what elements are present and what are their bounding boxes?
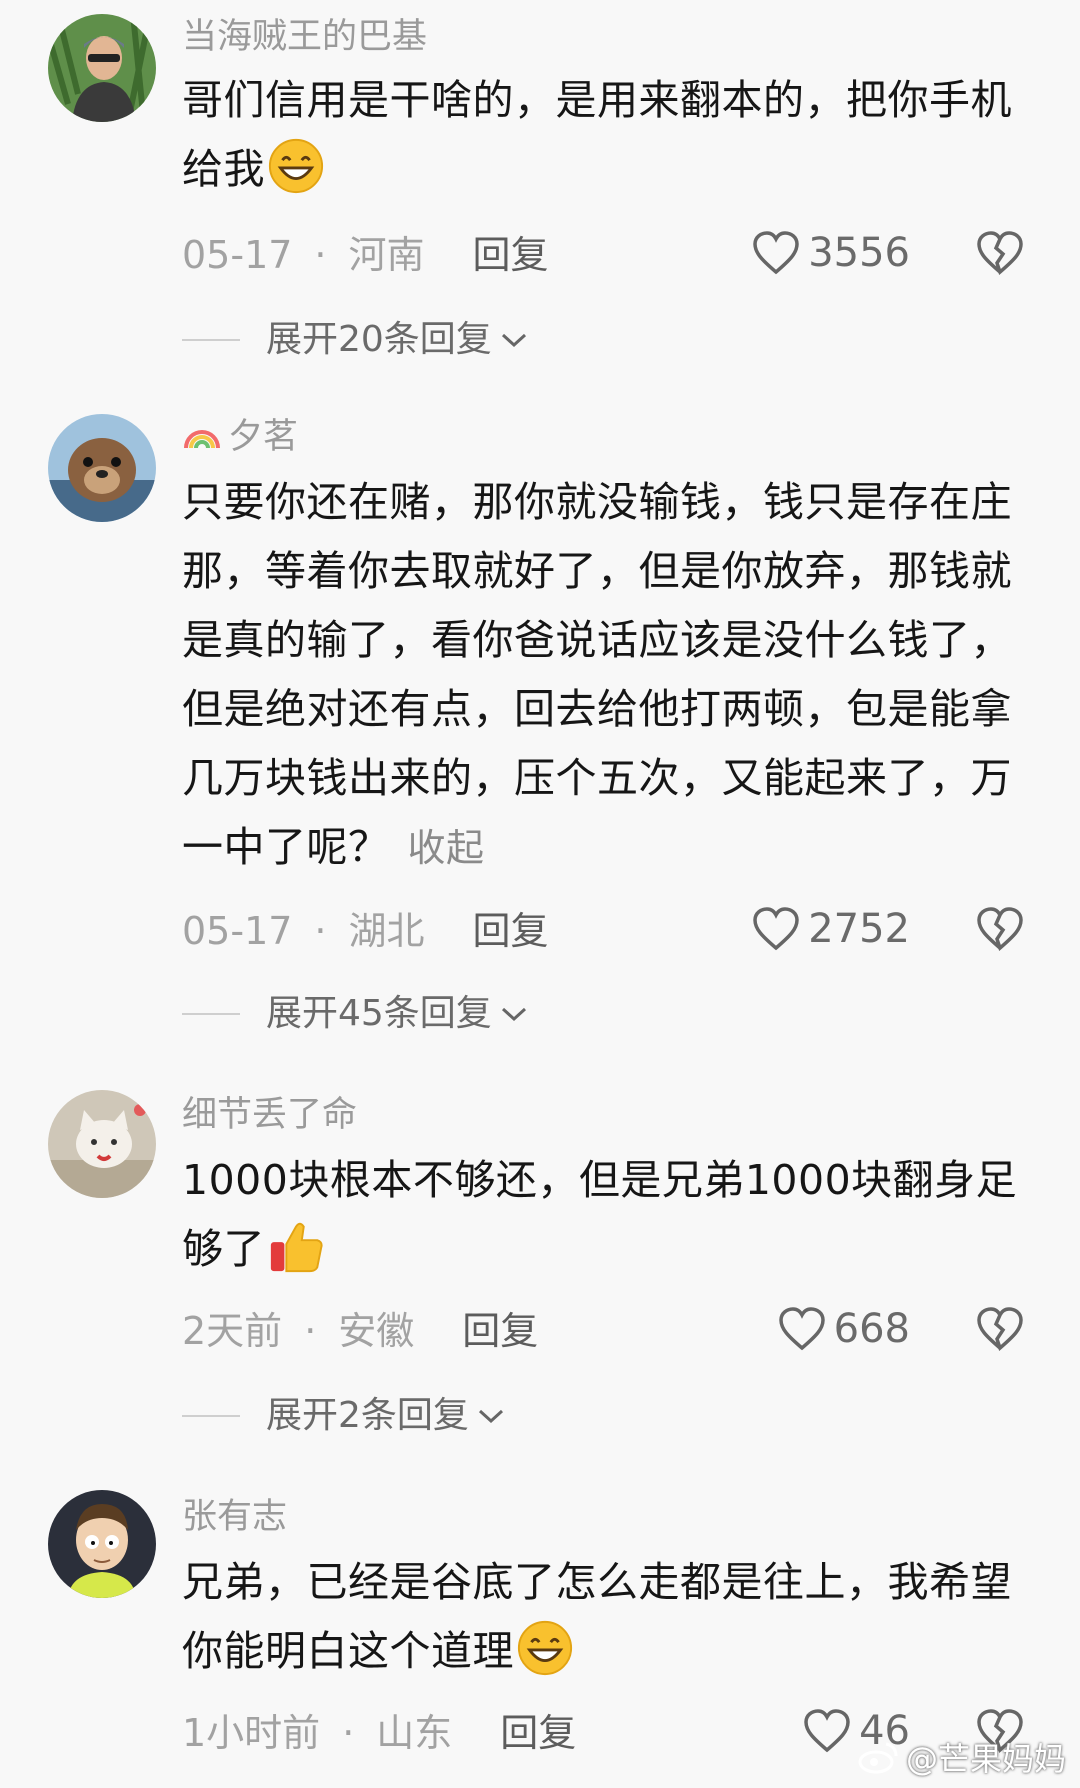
comment-date: 05-17 — [182, 233, 293, 277]
broken-heart-icon[interactable] — [976, 1306, 1024, 1352]
expand-replies-button[interactable]: 展开2条回复 — [182, 1392, 505, 1440]
username-text: 夕茗 — [228, 417, 299, 457]
like-count: 3556 — [808, 230, 910, 276]
like-button[interactable]: 668 — [778, 1304, 910, 1354]
reply-button[interactable]: 回复 — [473, 233, 549, 277]
like-count: 668 — [833, 1306, 910, 1352]
username[interactable]: 细节丢了命 — [182, 1092, 357, 1138]
comment-location: 湖北 — [348, 909, 425, 953]
comment-location: 安徽 — [338, 1309, 415, 1353]
divider-line — [182, 1415, 240, 1417]
chevron-down-icon — [478, 1409, 503, 1424]
reply-button[interactable]: 回复 — [500, 1711, 576, 1755]
expand-replies-button[interactable]: 展开20条回复 — [182, 316, 528, 364]
comment-meta: 1小时前 · 山东 回复 — [182, 1708, 576, 1758]
white-cat-avatar-icon — [48, 1090, 156, 1198]
separator-dot: · — [304, 1309, 317, 1353]
comment-meta: 2天前 · 安徽 回复 — [182, 1306, 538, 1356]
comment-date: 2天前 — [182, 1309, 283, 1353]
heart-icon — [753, 231, 799, 275]
chevron-down-icon — [501, 1007, 526, 1022]
otter-avatar-icon — [48, 414, 156, 522]
comment-location: 山东 — [376, 1711, 453, 1755]
comment-meta: 05-17 · 河南 回复 — [182, 230, 549, 280]
weibo-logo-icon — [858, 1742, 898, 1774]
like-count: 2752 — [808, 906, 910, 952]
expand-replies-label: 展开45条回复 — [266, 993, 492, 1034]
username[interactable]: 夕茗 — [182, 414, 298, 460]
separator-dot: · — [342, 1711, 355, 1755]
heart-icon — [804, 1709, 850, 1753]
comment-location: 河南 — [348, 233, 425, 277]
avatar[interactable] — [48, 14, 156, 122]
username[interactable]: 当海贼王的巴基 — [182, 14, 427, 60]
comment-text: 1000块根本不够还，但是兄弟1000块翻身足够了 — [182, 1146, 1028, 1284]
username[interactable]: 张有志 — [182, 1494, 287, 1540]
man-with-sunglasses-avatar-icon — [48, 14, 156, 122]
expand-replies-label: 展开20条回复 — [266, 319, 492, 360]
comment-date: 1小时前 — [182, 1711, 321, 1755]
comment-text-content: 兄弟，已经是谷底了怎么走都是往上，我希望你能明白这个道理 — [182, 1558, 1012, 1675]
like-button[interactable]: 3556 — [752, 228, 910, 278]
grinning-emoji-icon — [268, 138, 324, 194]
divider-line — [182, 1013, 240, 1015]
rainbow-icon — [184, 430, 220, 449]
expand-replies-label: 展开2条回复 — [266, 1395, 469, 1436]
divider-line — [182, 339, 240, 341]
like-button[interactable]: 2752 — [752, 904, 910, 954]
avatar[interactable] — [48, 1490, 156, 1598]
broken-heart-icon[interactable] — [976, 230, 1024, 276]
separator-dot: · — [314, 909, 327, 953]
collapse-button[interactable]: 收起 — [408, 826, 485, 870]
cartoon-boy-avatar-icon — [48, 1490, 156, 1598]
comment-text: 哥们信用是干啥的，是用来翻本的，把你手机给我 — [182, 66, 1028, 204]
grinning-emoji-icon — [517, 1620, 573, 1676]
reply-button[interactable]: 回复 — [462, 1309, 538, 1353]
thumbs-up-emoji-icon — [270, 1222, 323, 1273]
broken-heart-icon[interactable] — [976, 906, 1024, 952]
expand-replies-button[interactable]: 展开45条回复 — [182, 990, 528, 1038]
comment-text-content: 只要你还在赌，那你就没输钱，钱只是存在庄那，等着你去取就好了，但是你放弃，那钱就… — [182, 478, 1012, 871]
separator-dot: · — [314, 233, 327, 277]
heart-icon — [753, 907, 799, 951]
comment-date: 05-17 — [182, 909, 293, 953]
watermark: @芒果妈妈 — [858, 1734, 1066, 1780]
avatar[interactable] — [48, 414, 156, 522]
watermark-text: @芒果妈妈 — [905, 1740, 1066, 1778]
chevron-down-icon — [501, 333, 526, 348]
avatar[interactable] — [48, 1090, 156, 1198]
comment-text: 只要你还在赌，那你就没输钱，钱只是存在庄那，等着你去取就好了，但是你放弃，那钱就… — [182, 468, 1028, 883]
heart-icon — [778, 1307, 825, 1351]
comment-meta: 05-17 · 湖北 回复 — [182, 906, 549, 956]
reply-button[interactable]: 回复 — [473, 909, 549, 953]
comment-text: 兄弟，已经是谷底了怎么走都是往上，我希望你能明白这个道理 — [182, 1548, 1028, 1686]
